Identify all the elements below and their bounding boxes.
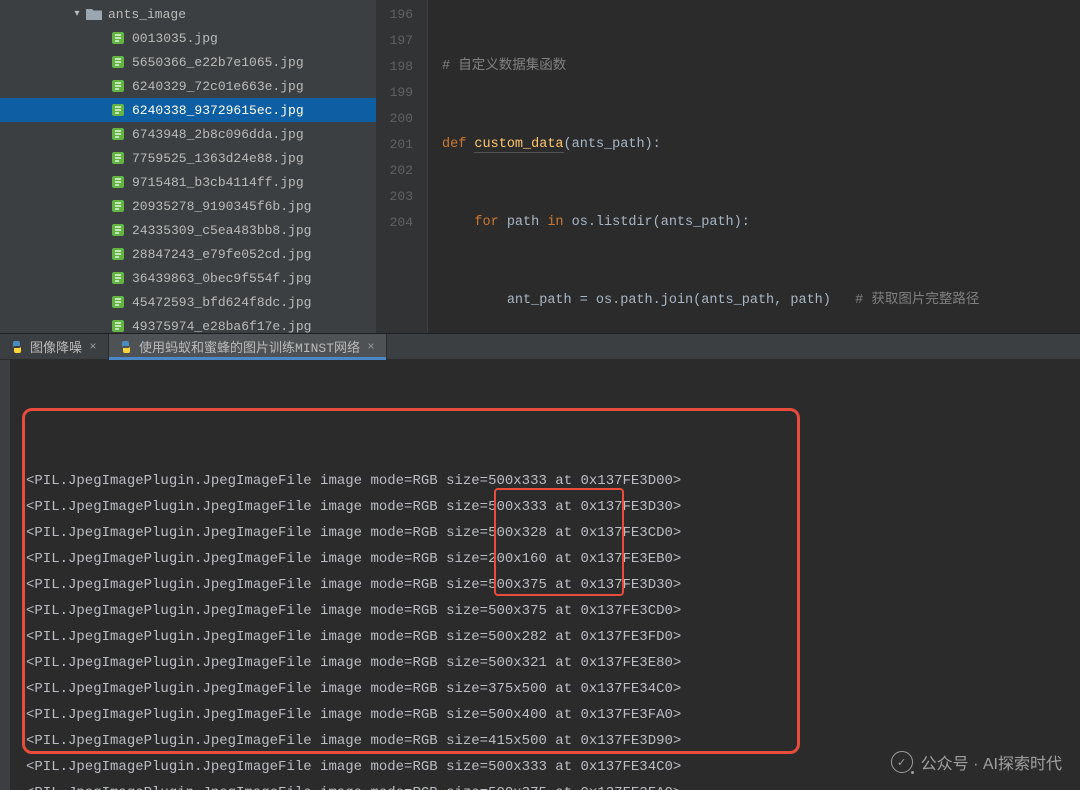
file-tree-item[interactable]: 6743948_2b8c096dda.jpg (0, 122, 376, 146)
close-icon[interactable]: × (366, 342, 376, 352)
folder-ants-image[interactable]: ▾ ants_image (0, 2, 376, 26)
image-file-icon (110, 247, 126, 261)
console-output[interactable]: <PIL.JpegImagePlugin.JpegImageFile image… (0, 360, 1080, 790)
console-line: <PIL.JpegImagePlugin.JpegImageFile image… (26, 572, 1080, 598)
file-tree-item[interactable]: 5650366_e22b7e1065.jpg (0, 50, 376, 74)
tab-label: 使用蚂蚁和蜜蜂的图片训练MINST网络 (139, 337, 360, 356)
python-file-icon (10, 340, 24, 354)
file-tree-item[interactable]: 6240338_93729615ec.jpg (0, 98, 376, 122)
line-number: 202 (376, 158, 413, 184)
ide-root: ▾ ants_image 0013035.jpg 5650366_e22b7e10… (0, 0, 1080, 790)
console-line: <PIL.JpegImagePlugin.JpegImageFile image… (26, 598, 1080, 624)
file-label: 36439863_0bec9f554f.jpg (132, 271, 311, 286)
run-tab[interactable]: 图像降噪 × (0, 334, 109, 359)
file-label: 6743948_2b8c096dda.jpg (132, 127, 304, 142)
line-number: 199 (376, 80, 413, 106)
image-file-icon (110, 223, 126, 237)
image-file-icon (110, 127, 126, 141)
chevron-down-icon[interactable]: ▾ (70, 7, 84, 21)
upper-pane: ▾ ants_image 0013035.jpg 5650366_e22b7e10… (0, 0, 1080, 334)
console-line: <PIL.JpegImagePlugin.JpegImageFile image… (26, 676, 1080, 702)
file-tree-item[interactable]: 49375974_e28ba6f17e.jpg (0, 314, 376, 333)
close-icon[interactable]: × (88, 342, 98, 352)
image-file-icon (110, 79, 126, 93)
image-file-icon (110, 271, 126, 285)
file-label: 24335309_c5ea483bb8.jpg (132, 223, 311, 238)
file-tree-item[interactable]: 20935278_9190345f6b.jpg (0, 194, 376, 218)
image-file-icon (110, 295, 126, 309)
console-line: <PIL.JpegImagePlugin.JpegImageFile image… (26, 780, 1080, 790)
file-label: 20935278_9190345f6b.jpg (132, 199, 311, 214)
file-label: 7759525_1363d24e88.jpg (132, 151, 304, 166)
file-tree-item[interactable]: 36439863_0bec9f554f.jpg (0, 266, 376, 290)
line-number: 197 (376, 28, 413, 54)
line-number: 203 (376, 184, 413, 210)
image-file-icon (110, 55, 126, 69)
tool-window: 图像降噪 × 使用蚂蚁和蜜蜂的图片训练MINST网络 × <PIL.JpegImage… (0, 334, 1080, 790)
line-number: 196 (376, 2, 413, 28)
code-comment: # 自定义数据集函数 (442, 59, 566, 74)
image-file-icon (110, 31, 126, 45)
file-tree-item[interactable]: 7759525_1363d24e88.jpg (0, 146, 376, 170)
tool-window-left-gutter (0, 360, 10, 790)
file-label: 9715481_b3cb4114ff.jpg (132, 175, 304, 190)
image-file-icon (110, 199, 126, 213)
wechat-icon: ✓ (891, 751, 913, 773)
console-line: <PIL.JpegImagePlugin.JpegImageFile image… (26, 702, 1080, 728)
console-line: <PIL.JpegImagePlugin.JpegImageFile image… (26, 468, 1080, 494)
image-file-icon (110, 151, 126, 165)
file-tree-item[interactable]: 6240329_72c01e663e.jpg (0, 74, 376, 98)
file-label: 0013035.jpg (132, 31, 218, 46)
line-number: 201 (376, 132, 413, 158)
tab-label: 图像降噪 (30, 337, 82, 356)
line-number: 198 (376, 54, 413, 80)
run-tabs[interactable]: 图像降噪 × 使用蚂蚁和蜜蜂的图片训练MINST网络 × (0, 334, 1080, 360)
file-tree-item[interactable]: 28847243_e79fe052cd.jpg (0, 242, 376, 266)
file-tree-item[interactable]: 0013035.jpg (0, 26, 376, 50)
console-line: <PIL.JpegImagePlugin.JpegImageFile image… (26, 520, 1080, 546)
run-tab[interactable]: 使用蚂蚁和蜜蜂的图片训练MINST网络 × (109, 334, 387, 359)
python-file-icon (119, 340, 133, 354)
file-label: 45472593_bfd624f8dc.jpg (132, 295, 311, 310)
folder-icon (86, 7, 102, 21)
console-line: <PIL.JpegImagePlugin.JpegImageFile image… (26, 546, 1080, 572)
file-tree-item[interactable]: 9715481_b3cb4114ff.jpg (0, 170, 376, 194)
line-number: 204 (376, 210, 413, 236)
code-editor[interactable]: 196197198199200201202203204 # 自定义数据集函数 d… (376, 0, 1080, 333)
file-tree-item[interactable]: 24335309_c5ea483bb8.jpg (0, 218, 376, 242)
file-label: 6240338_93729615ec.jpg (132, 103, 304, 118)
watermark-text: 公众号 · AI探索时代 (921, 750, 1062, 774)
line-number: 200 (376, 106, 413, 132)
editor-gutter: 196197198199200201202203204 (376, 0, 428, 333)
image-file-icon (110, 103, 126, 117)
image-file-icon (110, 319, 126, 333)
file-label: 49375974_e28ba6f17e.jpg (132, 319, 311, 334)
image-file-icon (110, 175, 126, 189)
file-tree-item[interactable]: 45472593_bfd624f8dc.jpg (0, 290, 376, 314)
console-line: <PIL.JpegImagePlugin.JpegImageFile image… (26, 650, 1080, 676)
file-label: 28847243_e79fe052cd.jpg (132, 247, 311, 262)
console-line: <PIL.JpegImagePlugin.JpegImageFile image… (26, 494, 1080, 520)
console-line: <PIL.JpegImagePlugin.JpegImageFile image… (26, 624, 1080, 650)
file-label: 5650366_e22b7e1065.jpg (132, 55, 304, 70)
watermark: ✓ 公众号 · AI探索时代 (891, 750, 1062, 774)
code-area[interactable]: # 自定义数据集函数 def custom_data(ants_path): f… (428, 0, 1080, 333)
file-label: 6240329_72c01e663e.jpg (132, 79, 304, 94)
project-tree[interactable]: ▾ ants_image 0013035.jpg 5650366_e22b7e10… (0, 0, 376, 333)
folder-label: ants_image (108, 7, 186, 22)
